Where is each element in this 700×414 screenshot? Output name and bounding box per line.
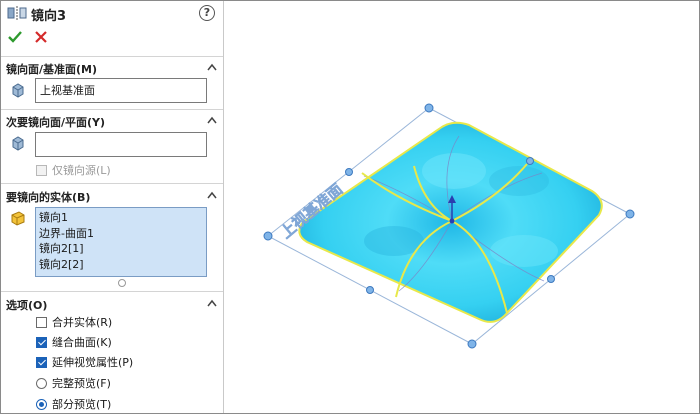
section-bodies-title: 要镜向的实体(B) (6, 191, 91, 204)
cancel-x-icon[interactable] (33, 29, 49, 45)
face-selection-icon (12, 83, 24, 98)
separator (1, 183, 223, 184)
collapse-chevron-icon[interactable] (207, 191, 217, 199)
body-selection-icon (11, 211, 25, 226)
checkbox-label: 仅镜向源(L) (52, 164, 111, 177)
section-mirror-face-title: 镜向面/基准面(M) (6, 63, 98, 76)
radio-label: 完整预览(F) (52, 377, 111, 390)
handle-mid-top-right[interactable] (526, 157, 534, 165)
property-header: 镜向3 ? (1, 1, 223, 25)
help-button[interactable]: ? (199, 5, 215, 21)
handle-left[interactable] (263, 231, 273, 241)
graphics-viewport[interactable]: 上视基准面 (224, 1, 699, 413)
checkbox-label: 延伸视觉属性(P) (52, 356, 134, 369)
mirror-face-field[interactable]: 上视基准面 (35, 78, 207, 103)
handle-mid-bottom-right[interactable] (547, 275, 555, 283)
separator (1, 109, 223, 110)
separator (1, 56, 223, 57)
checkbox-box (36, 165, 47, 176)
face-selection-icon (12, 136, 24, 151)
surface-highlight (422, 153, 486, 189)
collapse-chevron-icon[interactable] (207, 63, 217, 71)
radio-circle (36, 378, 47, 389)
mirror-feature-icon (7, 6, 27, 20)
model-view[interactable]: 上视基准面 (224, 1, 699, 413)
handle-bottom[interactable] (467, 339, 477, 349)
collapse-chevron-icon[interactable] (207, 116, 217, 124)
action-bar (1, 27, 223, 49)
section-options-title: 选项(O) (6, 299, 48, 312)
ok-check-icon[interactable] (7, 29, 23, 45)
radio-circle (36, 399, 47, 410)
handle-mid-top-left[interactable] (345, 168, 353, 176)
property-manager: 镜向3 ? 镜向面/基准面(M) 上视基准面 次要镜向面/平面(Y) 仅镜向源(… (1, 1, 224, 413)
feature-title: 镜向3 (31, 9, 67, 24)
checkbox-label: 缝合曲面(K) (52, 336, 112, 349)
section-secondary-face-title: 次要镜向面/平面(Y) (6, 116, 106, 129)
checkbox-box (36, 337, 47, 348)
list-item[interactable]: 边界-曲面1 (39, 226, 203, 242)
checkbox-label: 合并实体(R) (52, 316, 113, 329)
window-frame: 镜向3 ? 镜向面/基准面(M) 上视基准面 次要镜向面/平面(Y) 仅镜向源(… (0, 0, 700, 414)
radio-label: 部分预览(T) (52, 398, 112, 411)
secondary-face-field[interactable] (35, 132, 207, 157)
handle-right[interactable] (625, 209, 635, 219)
handle-top[interactable] (424, 103, 434, 113)
checkbox-box (36, 357, 47, 368)
surface-highlight (490, 235, 558, 267)
separator (1, 291, 223, 292)
handle-mid-bottom-left[interactable] (366, 286, 374, 294)
checkbox-box (36, 317, 47, 328)
list-item[interactable]: 镜向2[2] (39, 257, 203, 273)
list-item[interactable]: 镜向1 (39, 210, 203, 226)
bodies-list[interactable]: 镜向1 边界-曲面1 镜向2[1] 镜向2[2] (35, 207, 207, 277)
collapse-chevron-icon[interactable] (207, 299, 217, 307)
list-item[interactable]: 镜向2[1] (39, 241, 203, 257)
list-resize-grip[interactable] (118, 279, 126, 287)
